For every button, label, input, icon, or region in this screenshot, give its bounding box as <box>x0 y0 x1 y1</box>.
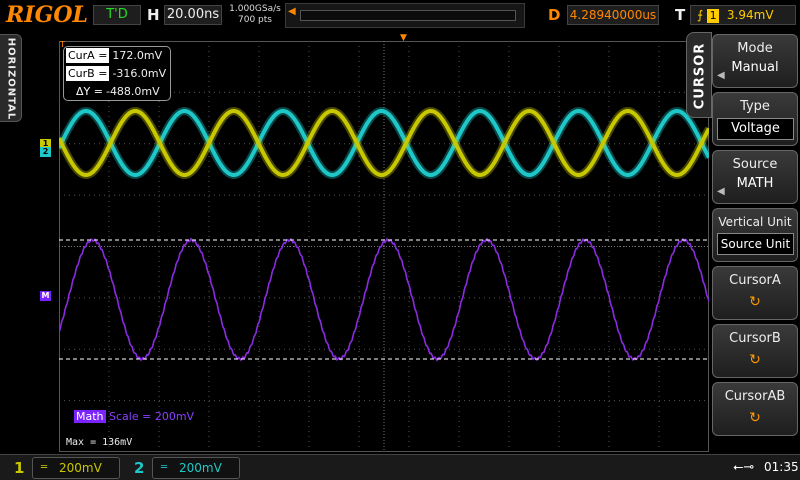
mode-arrow-icon: ◀ <box>717 70 725 81</box>
source-title: Source <box>732 157 778 172</box>
delta-y-value: -488.0mV <box>105 85 160 98</box>
trigger-time-marker: ▼ <box>400 33 407 43</box>
cursor-a-value: 172.0mV <box>112 49 163 62</box>
math-scale: Scale = 200mV <box>109 410 195 423</box>
rigol-logo: RIGOL <box>6 2 88 28</box>
waveform-display <box>59 41 709 452</box>
max-measurement: Max = 136mV <box>66 437 133 448</box>
cursor-a-title: CursorA <box>729 273 781 288</box>
knob-icon: ↻ <box>749 410 761 426</box>
horizontal-tab-label: HORIZONTAL <box>5 37 17 121</box>
trigger-label: T <box>675 6 686 24</box>
cursor-b-row: CurB = -316.0mV <box>66 66 166 81</box>
cursor-menu-tab[interactable]: CURSOR <box>686 32 712 118</box>
channel-status-bar: 1 ═ 200mV 2 ═ 200mV ⭠⊸ 01:35 <box>0 454 800 480</box>
menu-cursor-a-button[interactable]: CursorA ↻ <box>712 266 798 320</box>
menu-vertical-unit-button[interactable]: Vertical Unit Source Unit <box>712 208 798 262</box>
usb-icon: ⭠⊸ <box>733 460 755 475</box>
source-value: MATH <box>736 176 774 191</box>
horizontal-tab[interactable]: HORIZONTAL <box>0 34 22 122</box>
ch2-scale-box[interactable]: ═ 200mV <box>152 457 240 479</box>
menu-mode-button[interactable]: Mode ◀ Manual <box>712 34 798 88</box>
delta-y-row: ΔY = -488.0mV <box>76 84 160 99</box>
mode-value: Manual <box>731 60 779 75</box>
cursor-a-label: CurA = <box>66 48 110 63</box>
cursor-b-title: CursorB <box>729 331 781 346</box>
trigger-edge-icon: ⨍ <box>697 8 704 22</box>
trigger-settings[interactable]: ⨍ 1 3.94mV <box>690 5 796 25</box>
type-value: Voltage <box>717 118 794 140</box>
delta-y-label: ΔY = <box>76 85 103 98</box>
top-status-bar: RIGOL T'D H 20.00ns 1.000GSa/s 700 pts ◀… <box>0 0 800 32</box>
cursor-b-label: CurB = <box>66 66 110 81</box>
cursor-ab-title: CursorAB <box>724 389 786 404</box>
dc-coupling-icon: ═ <box>41 462 48 473</box>
math-scale-label: Math Scale = 200mV <box>74 410 194 423</box>
delay-value[interactable]: 4.28940000us <box>567 5 659 25</box>
run-status[interactable]: T'D <box>93 5 141 25</box>
sample-rate-info: 1.000GSa/s 700 pts <box>228 4 282 26</box>
ch2-offset-marker[interactable]: 2 <box>40 147 51 157</box>
delay-label: D <box>548 6 561 24</box>
timebase-value[interactable]: 20.00ns <box>164 5 222 25</box>
graticule <box>59 41 709 452</box>
vertical-unit-value: Source Unit <box>717 233 794 255</box>
math-tag: Math <box>74 410 106 423</box>
ch1-number[interactable]: 1 <box>14 457 24 479</box>
ch1-scale: 200mV <box>59 461 102 475</box>
cursor-menu: Mode ◀ Manual Type Voltage Source ◀ MATH… <box>712 32 800 452</box>
system-clock: 01:35 <box>764 460 799 474</box>
cursor-b-value: -316.0mV <box>112 67 167 80</box>
menu-cursor-b-button[interactable]: CursorB ↻ <box>712 324 798 378</box>
ch1-scale-box[interactable]: ═ 200mV <box>32 457 120 479</box>
vertical-unit-title: Vertical Unit <box>718 215 792 229</box>
memory-position-strip[interactable]: ◀ <box>285 3 525 28</box>
menu-type-button[interactable]: Type Voltage <box>712 92 798 146</box>
knob-icon: ↻ <box>749 294 761 310</box>
dc-coupling-icon: ═ <box>161 462 168 473</box>
cursor-menu-title: CURSOR <box>692 42 708 110</box>
knob-icon: ↻ <box>749 352 761 368</box>
trigger-level: 3.94mV <box>726 8 774 22</box>
math-offset-marker[interactable]: M <box>40 291 51 301</box>
horizontal-label: H <box>147 6 160 24</box>
memory-window <box>300 10 516 21</box>
source-arrow-icon: ◀ <box>717 186 725 197</box>
menu-cursor-ab-button[interactable]: CursorAB ↻ <box>712 382 798 436</box>
cursor-a-row: CurA = 172.0mV <box>66 48 162 63</box>
menu-source-button[interactable]: Source ◀ MATH <box>712 150 798 204</box>
cursor-readout: CurA = 172.0mV CurB = -316.0mV ΔY = -488.0m… <box>63 46 171 101</box>
ch2-scale: 200mV <box>179 461 222 475</box>
sample-rate: 1.000GSa/s <box>229 4 281 14</box>
ch2-number[interactable]: 2 <box>134 457 144 479</box>
type-title: Type <box>740 99 770 114</box>
trigger-position-icon: ◀ <box>288 6 296 17</box>
memory-depth: 700 pts <box>238 15 272 25</box>
trigger-source: 1 <box>707 8 720 23</box>
mode-title: Mode <box>737 41 773 56</box>
